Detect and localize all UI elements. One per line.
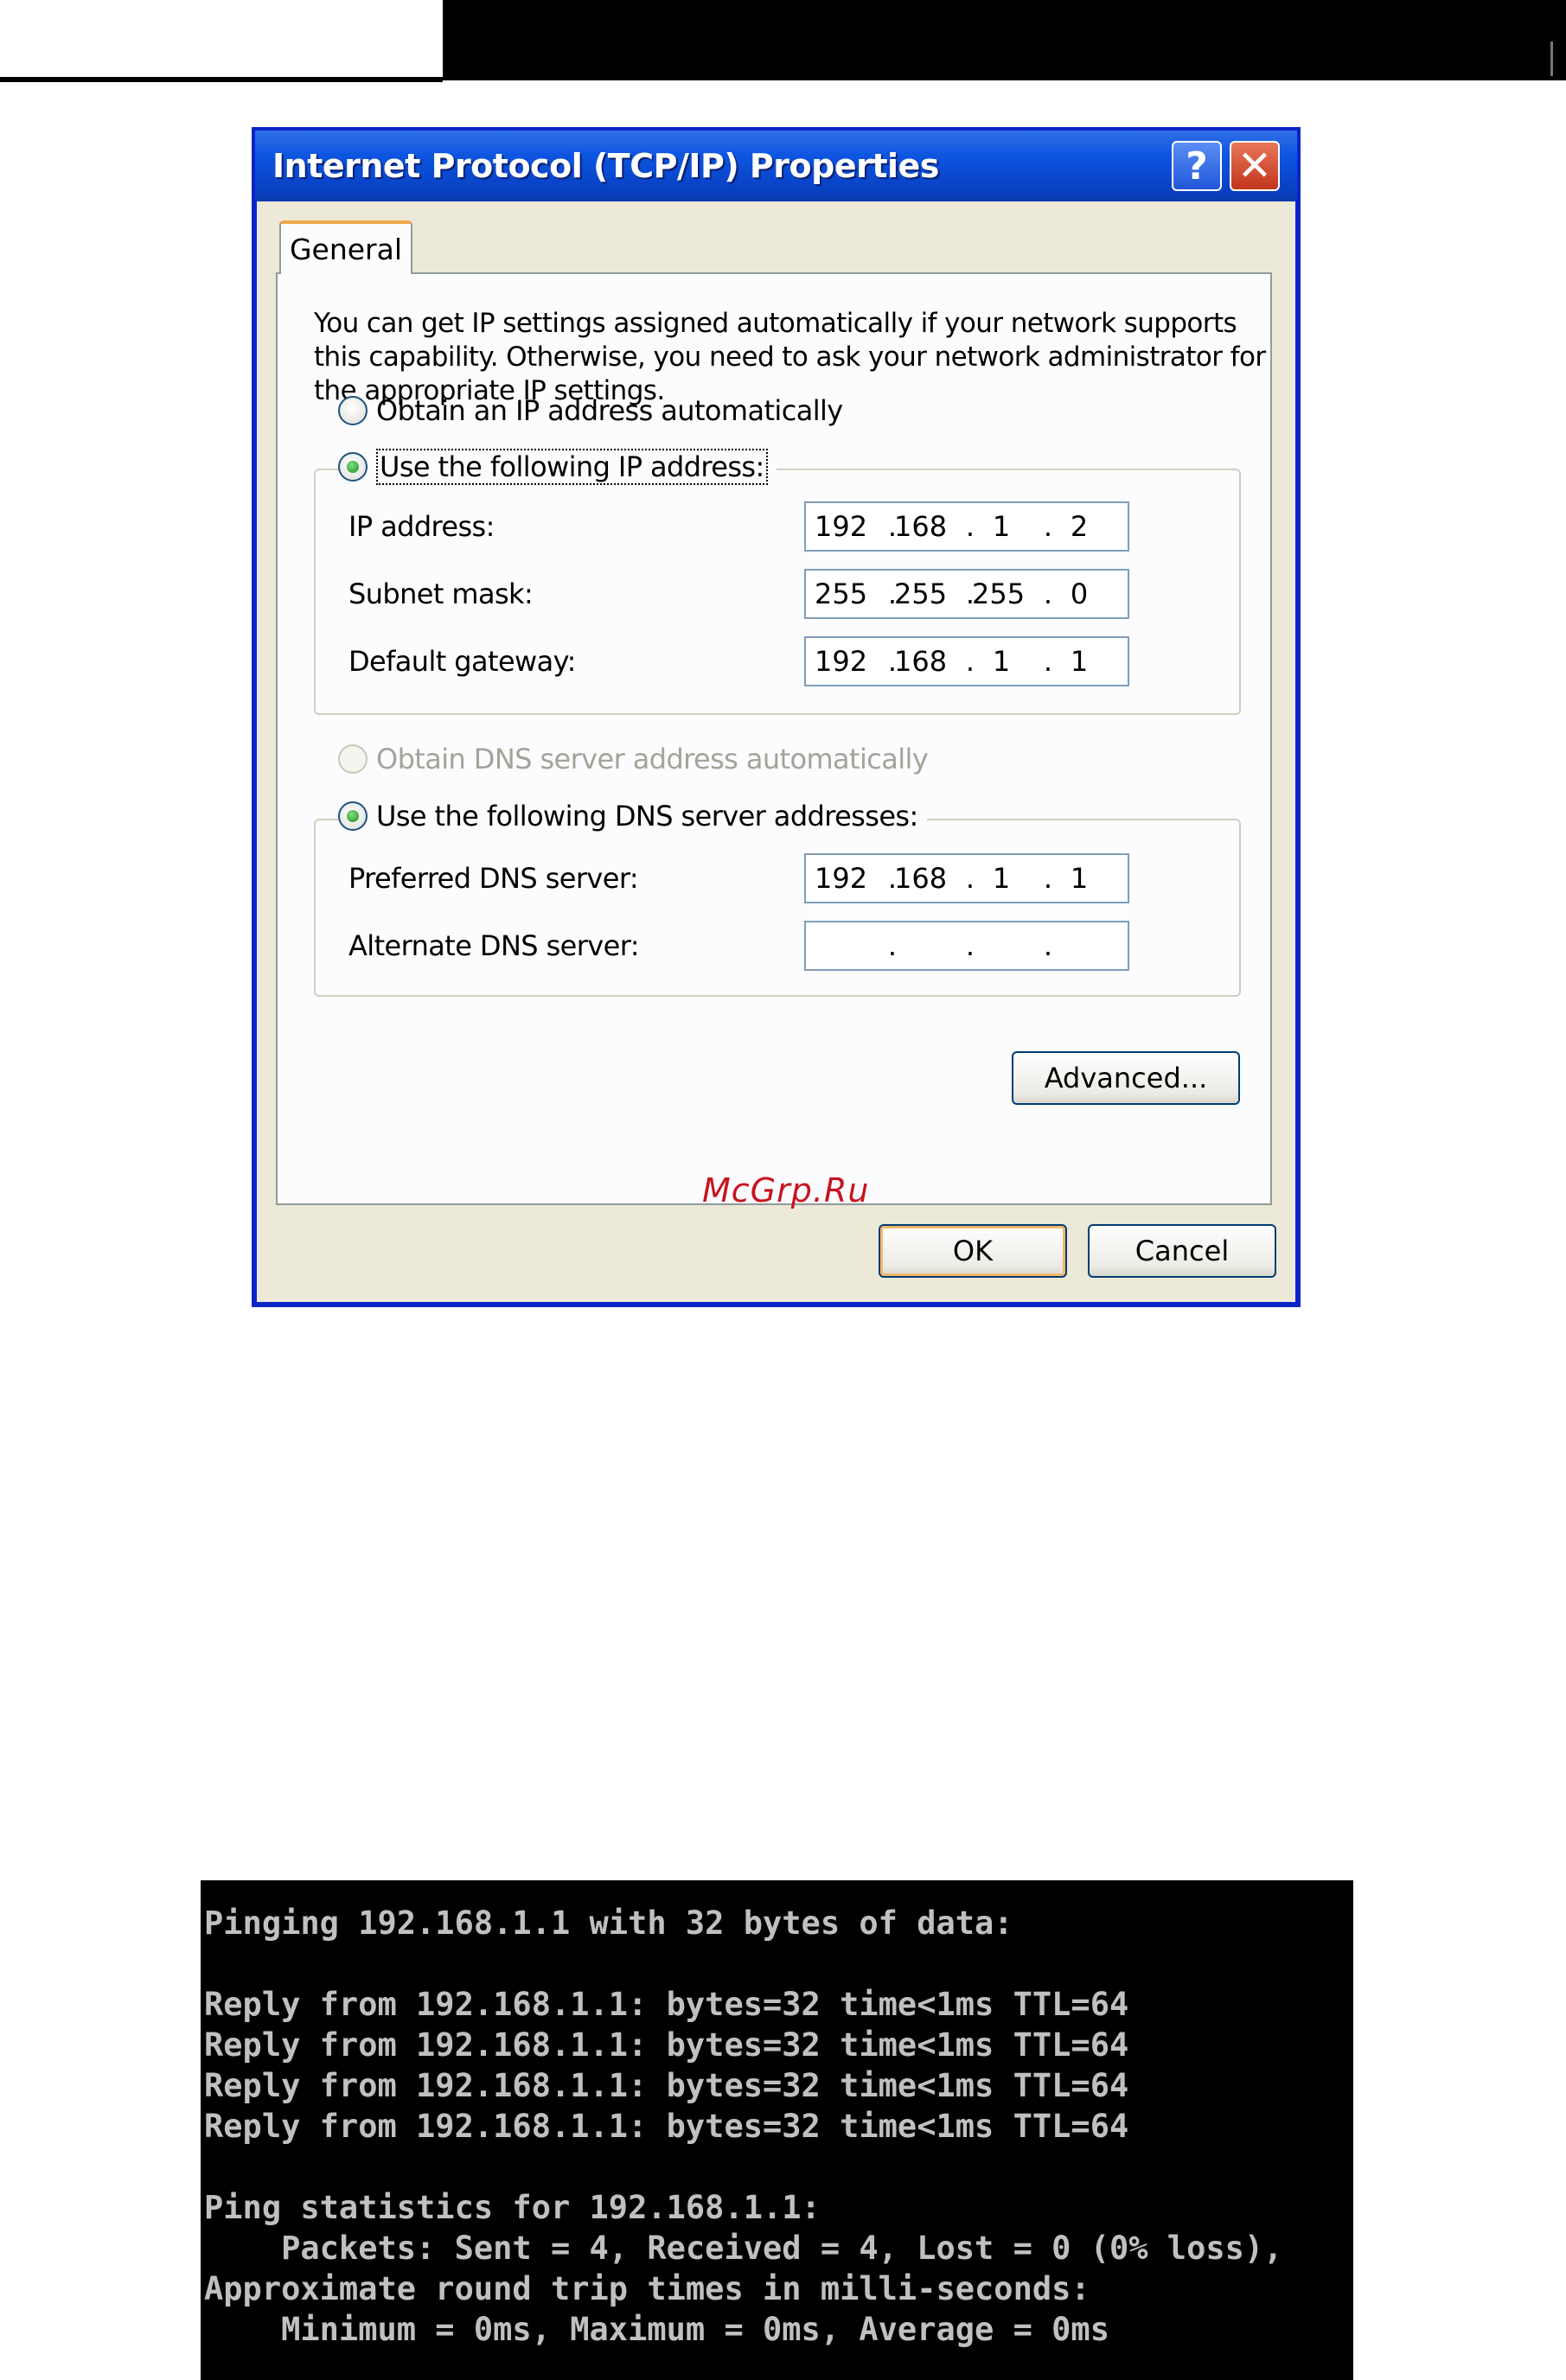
use-following-ip-label: Use the following IP address: [376, 449, 768, 485]
intro-line: You can get IP settings assigned automat… [314, 308, 1237, 339]
octet: 1 [992, 510, 1011, 543]
radio-button-disabled-icon[interactable] [338, 744, 368, 774]
octet: 255 [972, 577, 1026, 610]
console-output: Pinging 192.168.1.1 with 32 bytes of dat… [204, 1903, 1282, 2350]
console-line: Reply from 192.168.1.1: bytes=32 time<1m… [204, 2108, 1129, 2145]
octet: 1 [1070, 862, 1089, 895]
octet: 2 [1070, 510, 1089, 543]
octet-dot: . [965, 929, 975, 962]
subnet-mask-input[interactable]: 255 . 255 . 255 . 0 [804, 569, 1129, 619]
title-bar[interactable]: Internet Protocol (TCP/IP) Properties ? … [255, 131, 1297, 201]
obtain-dns-auto-label: Obtain DNS server address automatically [376, 743, 929, 775]
octet: 1 [1070, 645, 1089, 678]
cancel-button[interactable]: Cancel [1088, 1224, 1276, 1278]
radio-button-icon[interactable] [338, 396, 368, 425]
default-gateway-label: Default gateway: [348, 645, 576, 678]
alternate-dns-label: Alternate DNS server: [348, 929, 639, 962]
general-panel: You can get IP settings assigned automat… [276, 272, 1272, 1205]
console-line: Minimum = 0ms, Maximum = 0ms, Average = … [204, 2311, 1109, 2348]
default-gateway-input[interactable]: 192 . 168 . 1 . 1 [804, 636, 1129, 686]
watermark: McGrp.Ru [702, 1171, 870, 1209]
obtain-ip-auto-option[interactable]: Obtain an IP address automatically [338, 394, 843, 427]
octet: 192 [815, 862, 868, 895]
subnet-mask-label: Subnet mask: [348, 577, 534, 610]
console-line: Packets: Sent = 4, Received = 4, Lost = … [204, 2230, 1283, 2267]
console-line: Approximate round trip times in milli-se… [204, 2270, 1090, 2307]
octet: 0 [1070, 577, 1089, 610]
page-header-mark [1550, 41, 1553, 76]
console-line: Pinging 192.168.1.1 with 32 bytes of dat… [204, 1905, 1013, 1942]
use-following-dns-label: Use the following DNS server addresses: [376, 800, 918, 833]
octet: 1 [992, 645, 1011, 678]
ip-address-label: IP address: [348, 510, 495, 543]
obtain-ip-auto-label: Obtain an IP address automatically [376, 394, 843, 427]
console-line: Reply from 192.168.1.1: bytes=32 time<1m… [204, 2026, 1129, 2064]
close-button[interactable]: ✕ [1230, 141, 1280, 191]
page-header-rule [0, 77, 443, 82]
octet: 192 [815, 645, 868, 678]
ip-address-input[interactable]: 192 . 168 . 1 . 2 [804, 501, 1129, 552]
octet: 168 [894, 510, 948, 543]
use-following-ip-option[interactable]: Use the following IP address: [338, 449, 777, 485]
alternate-dns-input[interactable]: . . . [804, 921, 1129, 971]
octet: 255 [894, 577, 948, 610]
obtain-dns-auto-option[interactable]: Obtain DNS server address automatically [338, 743, 929, 775]
radio-button-checked-icon[interactable] [338, 452, 368, 482]
tab-general[interactable]: General [279, 220, 412, 274]
use-following-dns-option[interactable]: Use the following DNS server addresses: [338, 800, 927, 833]
console-window: Pinging 192.168.1.1 with 32 bytes of dat… [201, 1880, 1353, 2380]
tcpip-properties-dialog: Internet Protocol (TCP/IP) Properties ? … [252, 127, 1301, 1307]
page-header-bar [443, 0, 1566, 80]
intro-line: this capability. Otherwise, you need to … [314, 341, 1266, 373]
console-line: Ping statistics for 192.168.1.1: [204, 2189, 821, 2226]
dialog-title: Internet Protocol (TCP/IP) Properties [272, 147, 939, 185]
advanced-button[interactable]: Advanced... [1012, 1051, 1240, 1105]
intro-text: You can get IP settings assigned automat… [314, 307, 1266, 408]
dialog-body: General You can get IP settings assigned… [257, 201, 1295, 1302]
octet: 168 [894, 645, 948, 678]
console-line: Reply from 192.168.1.1: bytes=32 time<1m… [204, 1986, 1129, 2023]
console-line: Reply from 192.168.1.1: bytes=32 time<1m… [204, 2067, 1129, 2104]
ok-button[interactable]: OK [879, 1224, 1067, 1278]
help-button[interactable]: ? [1172, 141, 1222, 191]
radio-button-checked-icon[interactable] [338, 801, 368, 831]
octet: 255 [815, 577, 868, 610]
close-icon: ✕ [1237, 142, 1273, 190]
help-icon: ? [1186, 144, 1208, 188]
octet-dot: . [887, 929, 898, 962]
preferred-dns-input[interactable]: 192 . 168 . 1 . 1 [804, 853, 1129, 903]
octet: 168 [894, 862, 948, 895]
octet: 1 [992, 862, 1011, 895]
preferred-dns-label: Preferred DNS server: [348, 862, 639, 895]
octet: 192 [815, 510, 868, 543]
octet-dot: . [1043, 929, 1053, 962]
